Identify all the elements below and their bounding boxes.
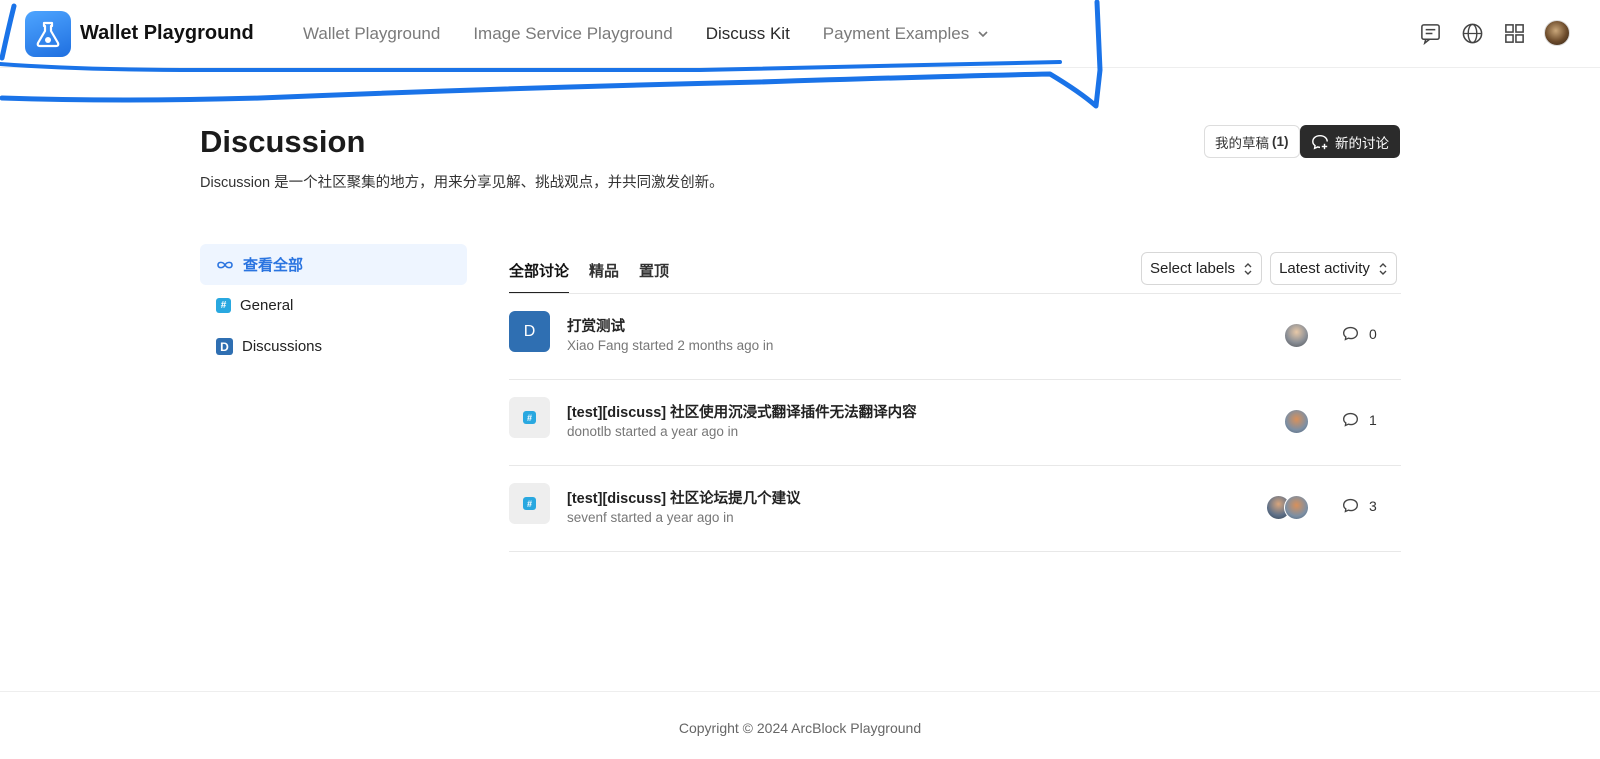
comment-count-value: 3 bbox=[1369, 497, 1377, 514]
user-avatar[interactable] bbox=[1544, 20, 1570, 46]
table-row[interactable]: # [test][discuss] 社区使用沉浸式翻译插件无法翻译内容 dono… bbox=[509, 380, 1401, 466]
filter-controls: Select labels Latest activity bbox=[1141, 252, 1397, 285]
my-drafts-button[interactable]: 我的草稿 (1) bbox=[1204, 125, 1300, 158]
comment-count: 3 bbox=[1342, 497, 1377, 514]
nav-discuss-kit[interactable]: Discuss Kit bbox=[706, 24, 790, 44]
table-row[interactable]: D 打赏测试 Xiao Fang started 2 months ago in… bbox=[509, 294, 1401, 380]
comment-count: 0 bbox=[1342, 325, 1377, 342]
discussion-tabs: 全部讨论 精品 置顶 bbox=[509, 252, 689, 294]
discussion-title[interactable]: [test][discuss] 社区使用沉浸式翻译插件无法翻译内容 bbox=[567, 401, 917, 422]
page-description: Discussion 是一个社区聚集的地方，用来分享见解、挑战观点，并共同激发创… bbox=[200, 175, 724, 191]
discussions-board-icon: D bbox=[509, 311, 550, 352]
app-logo-icon[interactable] bbox=[25, 11, 71, 57]
comment-count-value: 0 bbox=[1369, 325, 1377, 342]
top-header: Wallet Playground Wallet Playground Imag… bbox=[0, 0, 1600, 68]
participant-avatar[interactable] bbox=[1284, 323, 1309, 348]
copyright-text: Copyright © 2024 ArcBlock Playground bbox=[678, 720, 922, 736]
table-row[interactable]: # [test][discuss] 社区论坛提几个建议 sevenf start… bbox=[509, 466, 1401, 552]
hash-icon: # bbox=[523, 497, 536, 510]
sidebar-item-label: General bbox=[240, 297, 294, 314]
chevron-down-icon bbox=[978, 31, 988, 38]
nav-image-service-playground[interactable]: Image Service Playground bbox=[473, 24, 672, 44]
infinity-icon bbox=[217, 261, 233, 268]
sidebar-item-view-all[interactable]: 查看全部 bbox=[200, 244, 467, 285]
nav-payment-examples-label: Payment Examples bbox=[822, 24, 970, 43]
hash-icon: # bbox=[523, 411, 536, 424]
new-chat-icon bbox=[1312, 134, 1328, 149]
new-discussion-label: 新的讨论 bbox=[1335, 135, 1389, 151]
apps-grid-icon[interactable] bbox=[1502, 21, 1526, 45]
sidebar-item-discussions[interactable]: D Discussions bbox=[200, 326, 467, 367]
comment-icon bbox=[1343, 498, 1358, 513]
comment-icon bbox=[1343, 412, 1358, 427]
tab-all-discussions[interactable]: 全部讨论 bbox=[509, 252, 570, 294]
drafts-count: (1) bbox=[1272, 134, 1289, 149]
sidebar-item-general[interactable]: # General bbox=[200, 285, 467, 326]
globe-icon[interactable] bbox=[1460, 21, 1484, 45]
sidebar-item-label: Discussions bbox=[242, 338, 323, 355]
page-title: Discussion bbox=[200, 124, 366, 159]
updown-chevron-icon bbox=[1379, 262, 1387, 275]
sort-select[interactable]: Latest activity bbox=[1270, 252, 1397, 285]
labels-select[interactable]: Select labels bbox=[1141, 252, 1263, 285]
updown-chevron-icon bbox=[1244, 262, 1252, 275]
nav-wallet-playground[interactable]: Wallet Playground bbox=[303, 24, 440, 44]
discussion-title[interactable]: 打赏测试 bbox=[567, 315, 625, 336]
participant-avatars bbox=[1284, 323, 1309, 348]
tab-featured[interactable]: 精品 bbox=[589, 252, 619, 294]
discussion-meta: Xiao Fang started 2 months ago in bbox=[567, 338, 774, 353]
hash-icon: # bbox=[216, 298, 231, 313]
chat-icon[interactable] bbox=[1418, 21, 1442, 45]
participant-avatars bbox=[1284, 409, 1309, 434]
discussion-meta: sevenf started a year ago in bbox=[567, 510, 734, 525]
participant-avatars bbox=[1266, 495, 1309, 520]
participant-avatar[interactable] bbox=[1284, 409, 1309, 434]
discussion-meta: donotlb started a year ago in bbox=[567, 424, 739, 439]
main-nav: Wallet Playground Image Service Playgrou… bbox=[303, 24, 989, 44]
category-sidebar: 查看全部 # General D Discussions bbox=[200, 244, 467, 367]
drafts-label: 我的草稿 bbox=[1215, 135, 1269, 151]
participant-avatar[interactable] bbox=[1284, 495, 1309, 520]
d-icon: D bbox=[216, 338, 233, 355]
discussion-title[interactable]: [test][discuss] 社区论坛提几个建议 bbox=[567, 487, 801, 508]
new-discussion-button[interactable]: 新的讨论 bbox=[1300, 125, 1400, 158]
comment-count-value: 1 bbox=[1369, 411, 1377, 428]
sort-select-value: Latest activity bbox=[1279, 260, 1370, 277]
comment-count: 1 bbox=[1342, 411, 1377, 428]
general-category-icon: # bbox=[509, 483, 550, 524]
page-footer: Copyright © 2024 ArcBlock Playground bbox=[0, 691, 1600, 759]
brand-name[interactable]: Wallet Playground bbox=[80, 22, 254, 45]
tab-pinned[interactable]: 置顶 bbox=[639, 252, 669, 294]
general-category-icon: # bbox=[509, 397, 550, 438]
sidebar-item-label: 查看全部 bbox=[243, 257, 304, 274]
labels-select-value: Select labels bbox=[1150, 260, 1236, 277]
comment-icon bbox=[1343, 326, 1358, 341]
nav-payment-examples[interactable]: Payment Examples bbox=[823, 24, 989, 44]
header-actions bbox=[1418, 20, 1570, 46]
